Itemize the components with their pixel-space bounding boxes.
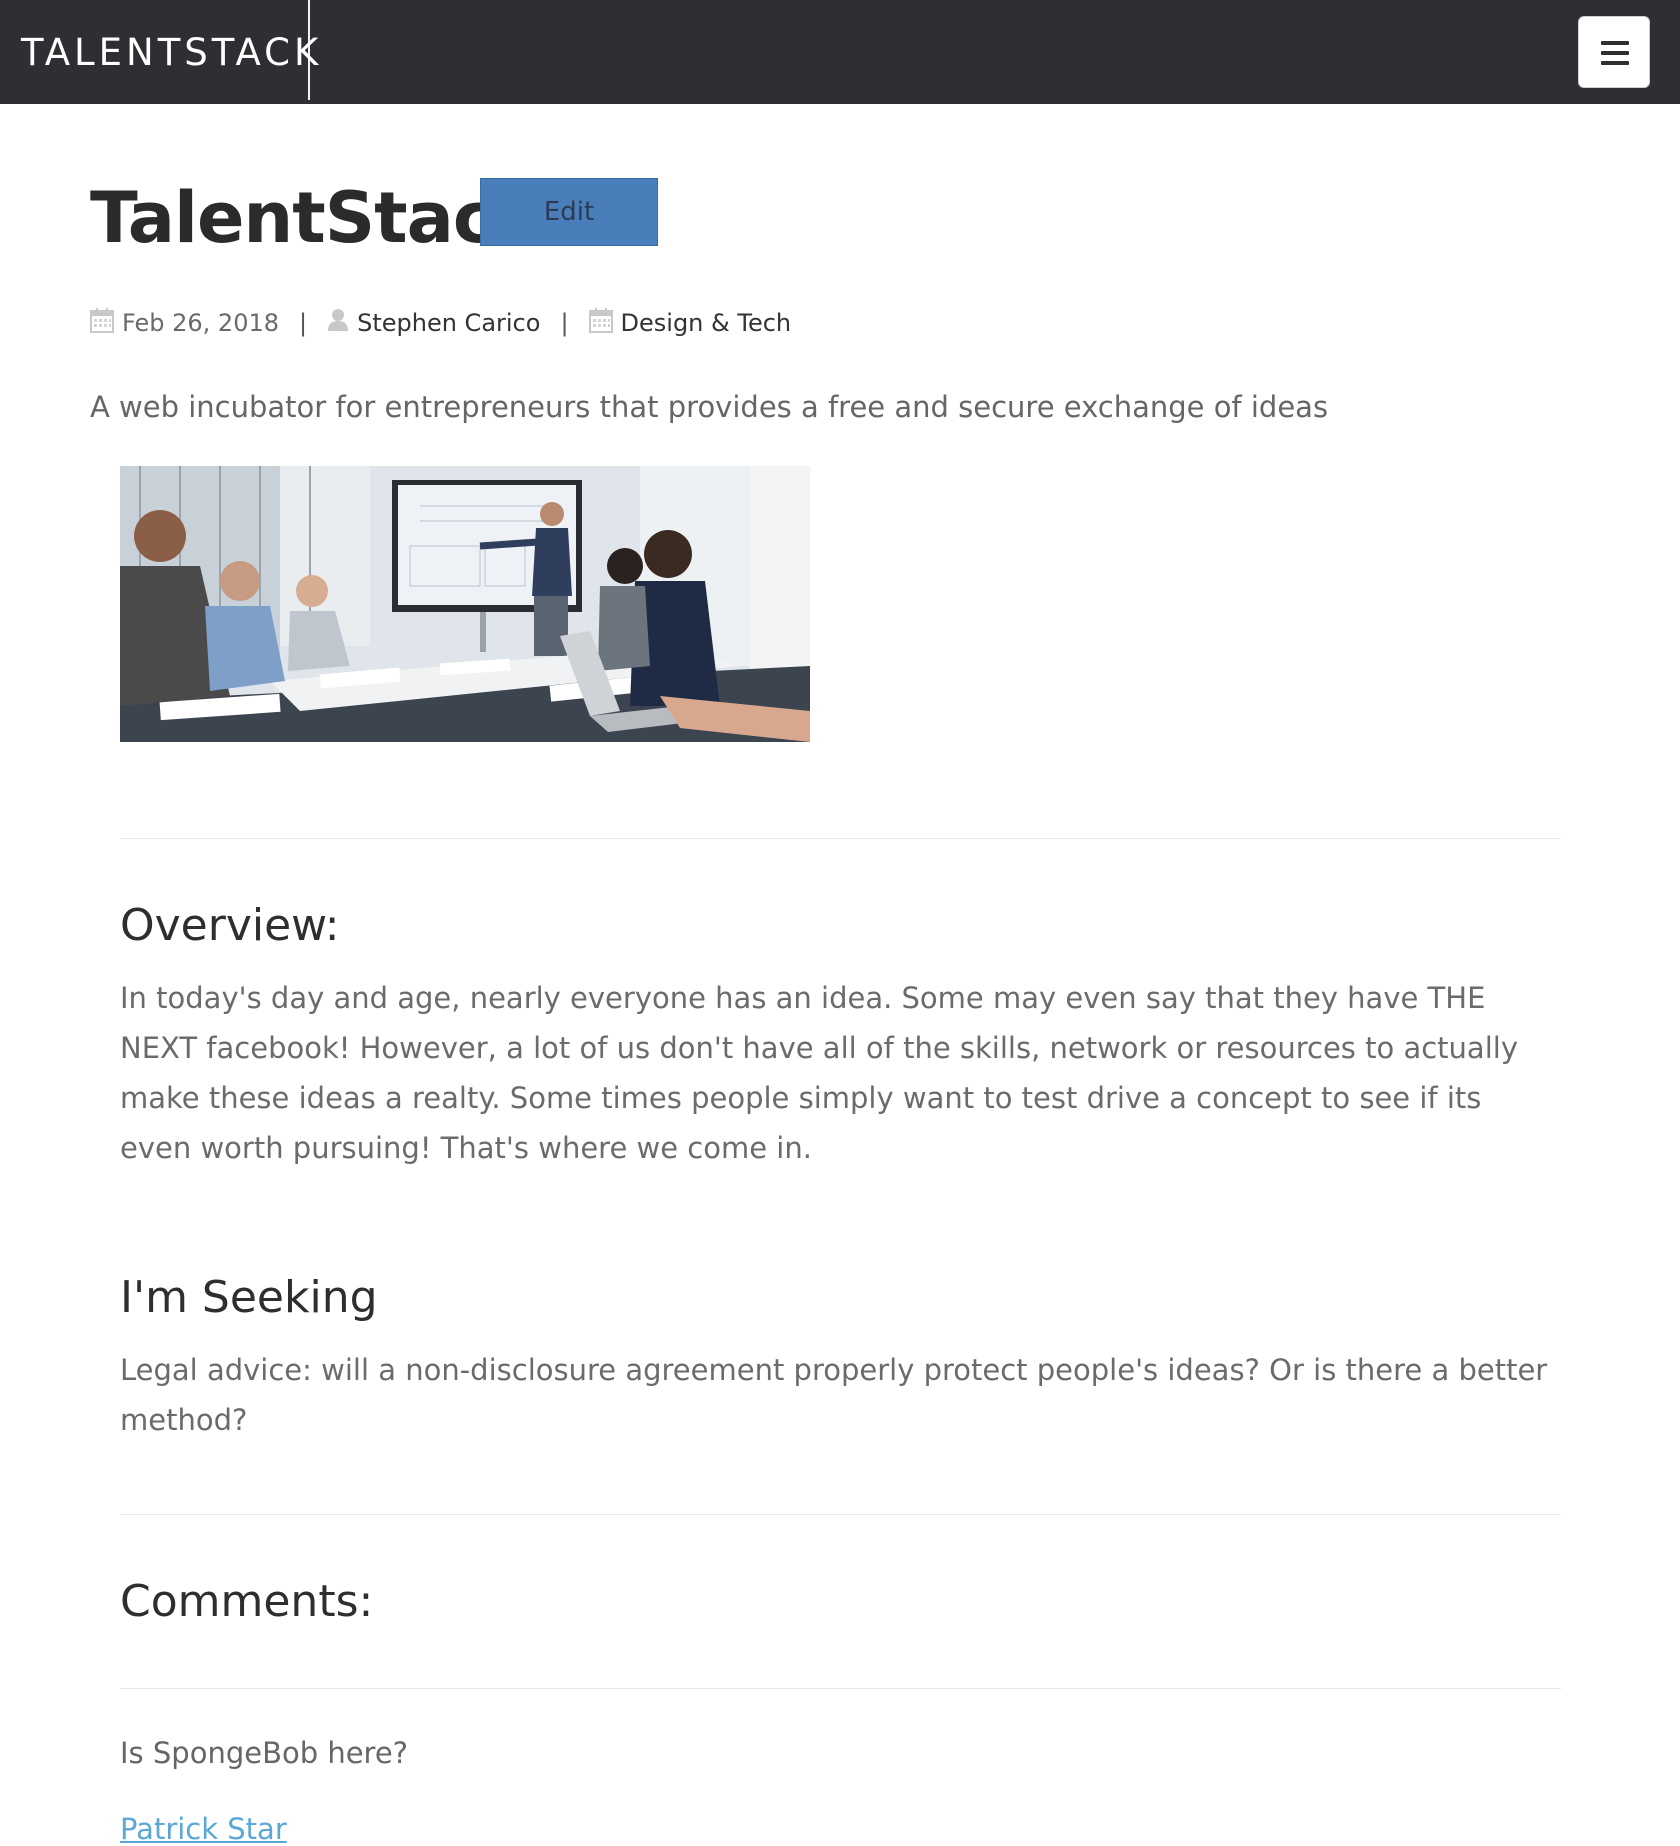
- page-title: TalentStack: [90, 177, 540, 259]
- post-summary: A web incubator for entrepreneurs that p…: [90, 390, 1329, 424]
- section-divider: [120, 1514, 1561, 1515]
- comments-heading: Comments:: [120, 1576, 374, 1627]
- calendar-icon: [588, 307, 613, 339]
- seeking-heading: I'm Seeking: [120, 1272, 378, 1323]
- meeting-photo: [120, 466, 810, 742]
- post-meta: Feb 26, 2018 | Stephen Carico | Design &…: [90, 306, 791, 340]
- comments-divider: [120, 1688, 1561, 1689]
- top-navbar: TALENTSTACK: [0, 0, 1680, 104]
- meta-separator: |: [560, 309, 569, 337]
- meta-separator: |: [299, 309, 308, 337]
- comment-text: Is SpongeBob here?: [120, 1736, 409, 1770]
- user-icon: [327, 308, 349, 338]
- section-divider: [120, 838, 1561, 839]
- brand-logo[interactable]: TALENTSTACK: [0, 0, 318, 100]
- comment-author-link[interactable]: Patrick Star: [120, 1812, 287, 1846]
- edit-button[interactable]: Edit: [480, 178, 658, 246]
- overview-heading: Overview:: [120, 900, 340, 951]
- seeking-text: Legal advice: will a non-disclosure agre…: [120, 1353, 1548, 1437]
- post-category[interactable]: Design & Tech: [621, 309, 792, 337]
- calendar-icon: [90, 307, 114, 339]
- overview-text: In today's day and age, nearly everyone …: [120, 981, 1518, 1165]
- hamburger-menu-button[interactable]: [1578, 16, 1650, 88]
- post-date: Feb 26, 2018: [122, 309, 279, 337]
- post-author[interactable]: Stephen Carico: [357, 309, 540, 337]
